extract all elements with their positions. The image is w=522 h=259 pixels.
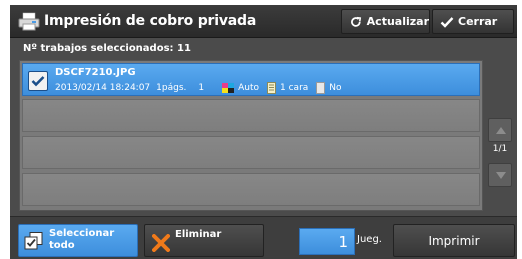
close-button-label: Cerrar	[458, 15, 498, 28]
job-row-empty	[22, 173, 480, 206]
quantity-unit-label: Jueg.	[357, 234, 382, 245]
checkmark-icon	[31, 76, 45, 87]
arrow-down-icon	[496, 172, 506, 179]
x-icon	[152, 234, 170, 255]
title-bar: Impresión de cobro privada Actualizar Ce…	[10, 5, 517, 38]
select-all-icon	[24, 232, 44, 253]
job-row[interactable]: DSCF7210.JPG 2013/02/14 18:24:07 1págs. …	[22, 63, 480, 96]
page-title: Impresión de cobro privada	[44, 13, 257, 29]
select-all-label: Seleccionar todo	[49, 228, 115, 251]
scroll-down-button[interactable]	[488, 163, 512, 187]
document-icon	[267, 82, 277, 94]
refresh-icon	[351, 16, 362, 27]
job-filename: DSCF7210.JPG	[55, 67, 136, 78]
delete-button[interactable]: Eliminar	[144, 224, 264, 257]
close-button[interactable]: Cerrar	[432, 9, 514, 34]
job-row-empty	[22, 136, 480, 169]
quantity-field[interactable]: 1	[299, 228, 355, 255]
print-button[interactable]: Imprimir	[393, 224, 515, 257]
job-datetime: 2013/02/14 18:24:07	[55, 83, 151, 93]
refresh-button[interactable]: Actualizar	[341, 9, 430, 34]
job-color-mode: Auto	[238, 83, 260, 93]
selected-count: Nº trabajos seleccionados: 11	[23, 43, 191, 54]
checkmark-icon	[440, 16, 454, 28]
job-list: DSCF7210.JPG 2013/02/14 18:24:07 1págs. …	[19, 60, 483, 211]
page-indicator: 1/1	[492, 144, 508, 154]
job-meta: 2013/02/14 18:24:07 1págs. 1 Auto 1 cara…	[55, 82, 350, 94]
job-row-empty	[22, 99, 480, 132]
printer-icon	[18, 12, 40, 31]
delete-label: Eliminar	[175, 229, 222, 240]
job-sides: 1 cara	[280, 83, 309, 93]
select-all-button[interactable]: Seleccionar todo	[18, 224, 138, 257]
color-palette-icon	[222, 82, 235, 93]
arrow-up-icon	[496, 127, 506, 134]
job-staple: No	[329, 83, 342, 93]
job-checkbox[interactable]	[28, 71, 48, 91]
scroll-up-button[interactable]	[488, 118, 512, 142]
refresh-button-label: Actualizar	[366, 15, 429, 28]
staple-icon	[316, 82, 326, 94]
job-pages: 1págs.	[156, 83, 187, 93]
dialog-frame: Impresión de cobro privada Actualizar Ce…	[10, 5, 517, 259]
job-copies: 1	[198, 83, 205, 93]
